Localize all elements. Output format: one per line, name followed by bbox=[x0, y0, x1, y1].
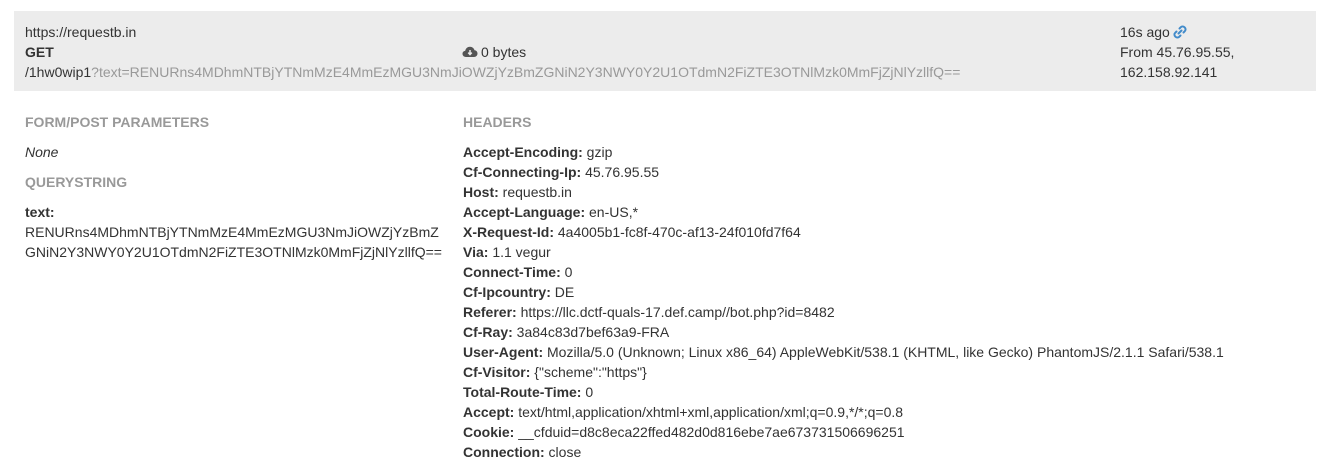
header-row: Connection: close bbox=[463, 442, 1224, 462]
header-value: Mozilla/5.0 (Unknown; Linux x86_64) Appl… bbox=[543, 344, 1224, 360]
request-path-text: /1hw0wip1 bbox=[25, 64, 92, 80]
request-query-text: ?text=RENURns4MDhmNTBjYTNmMzE4MmEzMGU3Nm… bbox=[91, 64, 961, 80]
header-row: Cf-Ray: 3a84c83d7bef63a9-FRA bbox=[463, 322, 1224, 342]
header-row: Accept-Encoding: gzip bbox=[463, 142, 1224, 162]
header-row: Cookie: __cfduid=d8c8eca22ffed482d0d816e… bbox=[463, 422, 1224, 442]
header-value: 4a4005b1-fc8f-470c-af13-24f010fd7f64 bbox=[554, 224, 801, 240]
header-key: User-Agent: bbox=[463, 344, 544, 360]
header-key: Connect-Time: bbox=[463, 264, 561, 280]
header-row: X-Request-Id: 4a4005b1-fc8f-470c-af13-24… bbox=[463, 222, 1224, 242]
request-path: /1hw0wip1?text=RENURns4MDhmNTBjYTNmMzE4M… bbox=[25, 62, 960, 82]
header-key: Via: bbox=[463, 244, 489, 260]
request-card: https://requestb.in GET /1hw0wip1?text=R… bbox=[14, 11, 1316, 474]
header-row: Total-Route-Time: 0 bbox=[463, 382, 1224, 402]
header-key: Cf-Ipcountry: bbox=[463, 284, 551, 300]
cloud-download-icon bbox=[462, 46, 478, 57]
header-row: Cf-Ipcountry: DE bbox=[463, 282, 1224, 302]
header-key: Cf-Ray: bbox=[463, 324, 513, 340]
link-icon[interactable] bbox=[1173, 25, 1187, 39]
querystring-title: QUERYSTRING bbox=[25, 174, 128, 190]
header-value: close bbox=[544, 444, 582, 460]
header-row: Connect-Time: 0 bbox=[463, 262, 1224, 282]
request-size-text: 0 bytes bbox=[481, 44, 527, 60]
request-from-line1: From 45.76.95.55, bbox=[1120, 44, 1235, 60]
header-row: Host: requestb.in bbox=[463, 182, 1224, 202]
header-value: 0 bbox=[560, 264, 573, 280]
header-row: Referer: https://llc.dctf-quals-17.def.c… bbox=[463, 302, 1224, 322]
request-host-url: https://requestb.in bbox=[25, 24, 137, 40]
header-value: https://llc.dctf-quals-17.def.camp//bot.… bbox=[516, 304, 835, 320]
querystring-key: text: bbox=[25, 204, 55, 220]
header-value: DE bbox=[550, 284, 575, 300]
headers-list: Accept-Encoding: gzip Cf-Connecting-Ip: … bbox=[463, 142, 1224, 462]
request-method: GET bbox=[25, 44, 54, 60]
header-key: Cf-Visitor: bbox=[463, 364, 531, 380]
header-row: User-Agent: Mozilla/5.0 (Unknown; Linux … bbox=[463, 342, 1224, 362]
header-key: Host: bbox=[463, 184, 499, 200]
header-key: Referer: bbox=[463, 304, 517, 320]
header-value: text/html,application/xhtml+xml,applicat… bbox=[514, 404, 904, 420]
header-row: Accept-Language: en-US,* bbox=[463, 202, 1224, 222]
header-value: en-US,* bbox=[585, 204, 639, 220]
request-time: 16s ago bbox=[1120, 22, 1187, 42]
header-key: X-Request-Id: bbox=[463, 224, 554, 240]
headers-title: HEADERS bbox=[463, 114, 532, 130]
header-value: {"scheme":"https"} bbox=[530, 364, 647, 380]
header-value: 45.76.95.55 bbox=[581, 164, 660, 180]
header-key: Cookie: bbox=[463, 424, 515, 440]
header-row: Via: 1.1 vegur bbox=[463, 242, 1224, 262]
header-key: Accept-Language: bbox=[463, 204, 586, 220]
header-key: Cf-Connecting-Ip: bbox=[463, 164, 582, 180]
form-params-value: None bbox=[25, 144, 59, 160]
header-value: requestb.in bbox=[498, 184, 572, 200]
header-key: Connection: bbox=[463, 444, 545, 460]
header-value: 0 bbox=[581, 384, 594, 400]
request-summary-bar: https://requestb.in GET /1hw0wip1?text=R… bbox=[14, 11, 1316, 91]
header-row: Cf-Visitor: {"scheme":"https"} bbox=[463, 362, 1224, 382]
header-key: Accept-Encoding: bbox=[463, 144, 583, 160]
form-params-title: FORM/POST PARAMETERS bbox=[25, 114, 210, 130]
querystring-value-line1: RENURns4MDhmNTBjYTNmMzE4MmEzMGU3NmJiOWZj… bbox=[25, 224, 439, 240]
header-key: Accept: bbox=[463, 404, 515, 420]
request-time-text: 16s ago bbox=[1120, 24, 1170, 40]
request-from-line2: 162.158.92.141 bbox=[1120, 64, 1218, 80]
header-row: Accept: text/html,application/xhtml+xml,… bbox=[463, 402, 1224, 422]
header-value: 1.1 vegur bbox=[488, 244, 551, 260]
header-key: Total-Route-Time: bbox=[463, 384, 582, 400]
request-size: 0 bytes bbox=[462, 42, 526, 62]
querystring-value-line2: GNiN2Y3NWY0Y2U1OTdmN2FiZTE3OTNlMzk0MmFjZ… bbox=[25, 244, 442, 260]
header-row: Cf-Connecting-Ip: 45.76.95.55 bbox=[463, 162, 1224, 182]
header-value: gzip bbox=[582, 144, 613, 160]
header-value: 3a84c83d7bef63a9-FRA bbox=[512, 324, 670, 340]
header-value: __cfduid=d8c8eca22ffed482d0d816ebe7ae673… bbox=[514, 424, 905, 440]
